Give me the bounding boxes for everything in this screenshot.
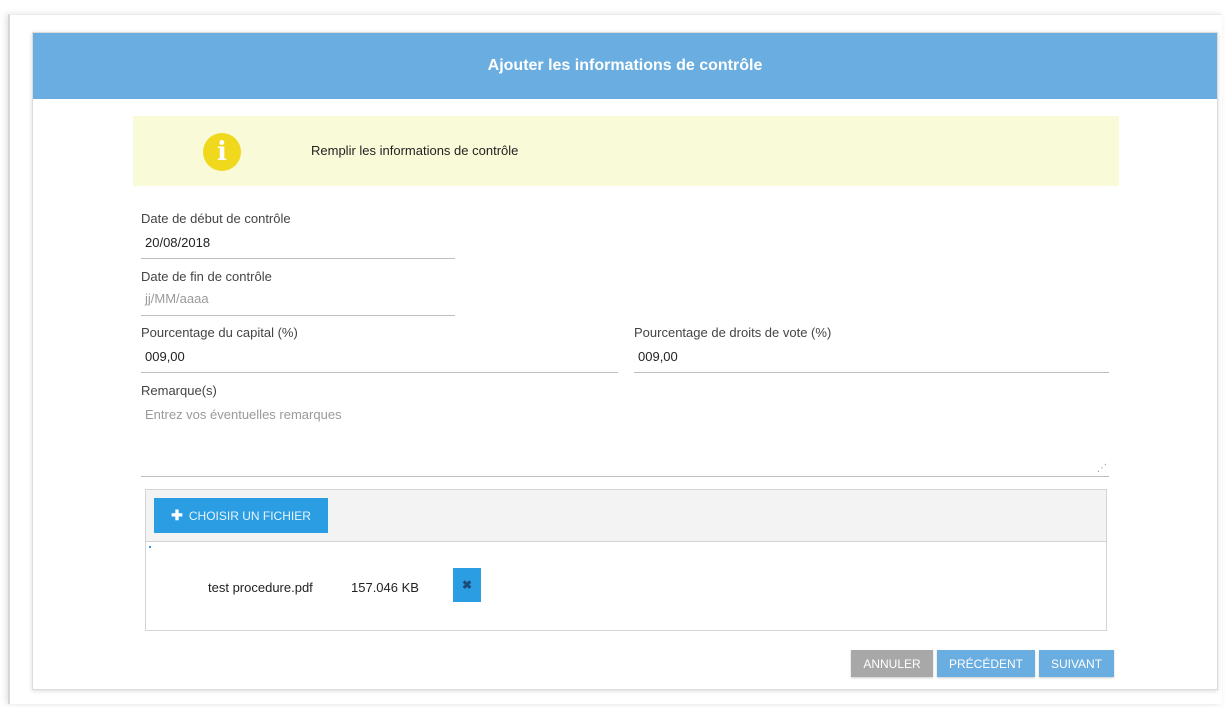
remarks-textarea[interactable]: Entrez vos éventuelles remarques xyxy=(145,407,342,422)
voting-pct-input[interactable]: 009,00 xyxy=(638,349,678,364)
start-date-underline xyxy=(141,258,455,259)
end-date-label: Date de fin de contrôle xyxy=(141,269,272,284)
start-date-label: Date de début de contrôle xyxy=(141,211,291,226)
dialog-title: Ajouter les informations de contrôle xyxy=(487,57,763,74)
file-list-item: test procedure.pdf 157.046 KB ✖ xyxy=(146,542,1106,630)
next-button[interactable]: SUIVANT xyxy=(1039,650,1114,677)
remarks-underline xyxy=(141,476,1109,477)
control-info-dialog: Ajouter les informations de contrôle i R… xyxy=(32,32,1218,690)
voting-pct-label: Pourcentage de droits de vote (%) xyxy=(634,325,832,340)
plus-icon: ✚ xyxy=(171,507,183,523)
progress-dot xyxy=(149,546,151,548)
start-date-input[interactable]: 20/08/2018 xyxy=(145,235,210,250)
capital-pct-label: Pourcentage du capital (%) xyxy=(141,325,298,340)
end-date-underline xyxy=(141,315,455,316)
close-icon: ✖ xyxy=(461,578,473,592)
end-date-input[interactable]: jj/MM/aaaa xyxy=(145,291,209,306)
file-size: 157.046 KB xyxy=(351,580,419,595)
info-message: Remplir les informations de contrôle xyxy=(311,143,519,158)
file-upload-panel: ✚ CHOISIR UN FICHIER test procedure.pdf … xyxy=(145,489,1107,631)
cancel-button[interactable]: ANNULER xyxy=(851,650,933,677)
voting-pct-underline xyxy=(634,372,1109,373)
previous-button[interactable]: PRÉCÉDENT xyxy=(937,650,1035,677)
choose-file-label: CHOISIR UN FICHIER xyxy=(188,508,311,523)
info-banner: i Remplir les informations de contrôle xyxy=(133,116,1119,186)
dialog-header: Ajouter les informations de contrôle xyxy=(33,33,1217,99)
capital-pct-underline xyxy=(141,372,618,373)
info-icon: i xyxy=(203,133,241,171)
upload-toolbar: ✚ CHOISIR UN FICHIER xyxy=(146,490,1106,542)
choose-file-button[interactable]: ✚ CHOISIR UN FICHIER xyxy=(154,498,328,533)
remarks-label: Remarque(s) xyxy=(141,383,217,398)
capital-pct-input[interactable]: 009,00 xyxy=(145,349,185,364)
resize-handle-icon[interactable]: ⋰ xyxy=(1095,463,1107,475)
remove-file-button[interactable]: ✖ xyxy=(453,568,481,602)
file-name: test procedure.pdf xyxy=(208,580,313,595)
